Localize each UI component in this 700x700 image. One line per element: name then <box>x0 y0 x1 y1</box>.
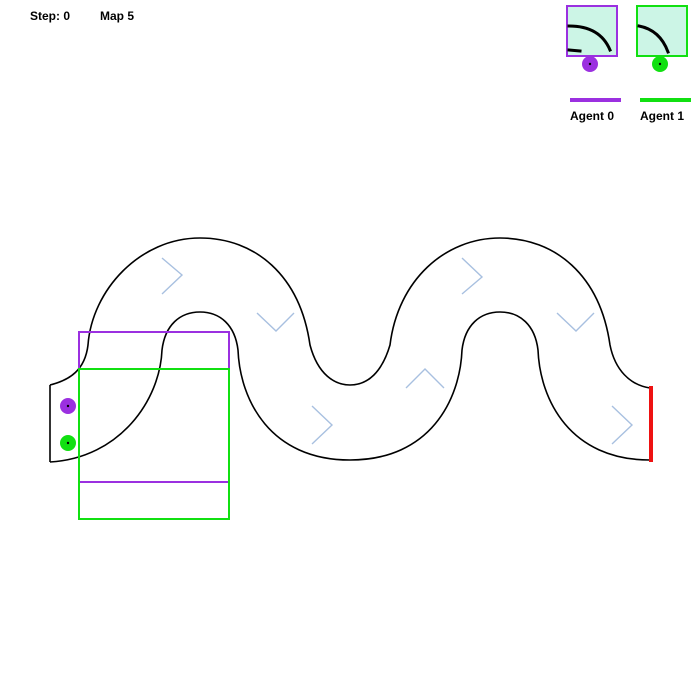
chevron-marker <box>461 257 484 295</box>
agent-1 <box>60 435 76 451</box>
chevron-marker <box>256 312 295 332</box>
agent-0-observation-panel: Agent 0 <box>566 5 621 123</box>
agent-0-observation-wall <box>567 48 582 53</box>
game-scene: Agent 0 Agent 1 <box>49 5 691 520</box>
agent-1-legend-bar <box>640 98 691 102</box>
track <box>49 237 651 463</box>
game-canvas: Agent 0 Agent 1 Step: 0 Map 5 <box>0 0 700 700</box>
track-inner-wall <box>49 311 651 463</box>
agent-1-view-frame <box>78 368 230 520</box>
agent-1-observation-view <box>636 5 688 57</box>
agent-0 <box>60 398 76 414</box>
map-label: Map 5 <box>100 9 135 23</box>
direction-chevrons <box>161 257 634 445</box>
chevron-marker <box>161 257 184 295</box>
agent-1-label: Agent 1 <box>640 109 684 123</box>
chevron-marker <box>311 405 334 445</box>
agent-0-legend-bar <box>570 98 621 102</box>
agent-1-observation-panel: Agent 1 <box>636 5 691 123</box>
track-outer-wall <box>49 237 651 389</box>
chevron-marker <box>556 312 595 332</box>
agent-0-view-frame <box>78 331 230 483</box>
agent-0-label: Agent 0 <box>570 109 614 123</box>
chevron-marker <box>405 368 445 389</box>
step-counter: Step: 0 <box>30 9 71 23</box>
chevron-marker <box>611 405 634 445</box>
